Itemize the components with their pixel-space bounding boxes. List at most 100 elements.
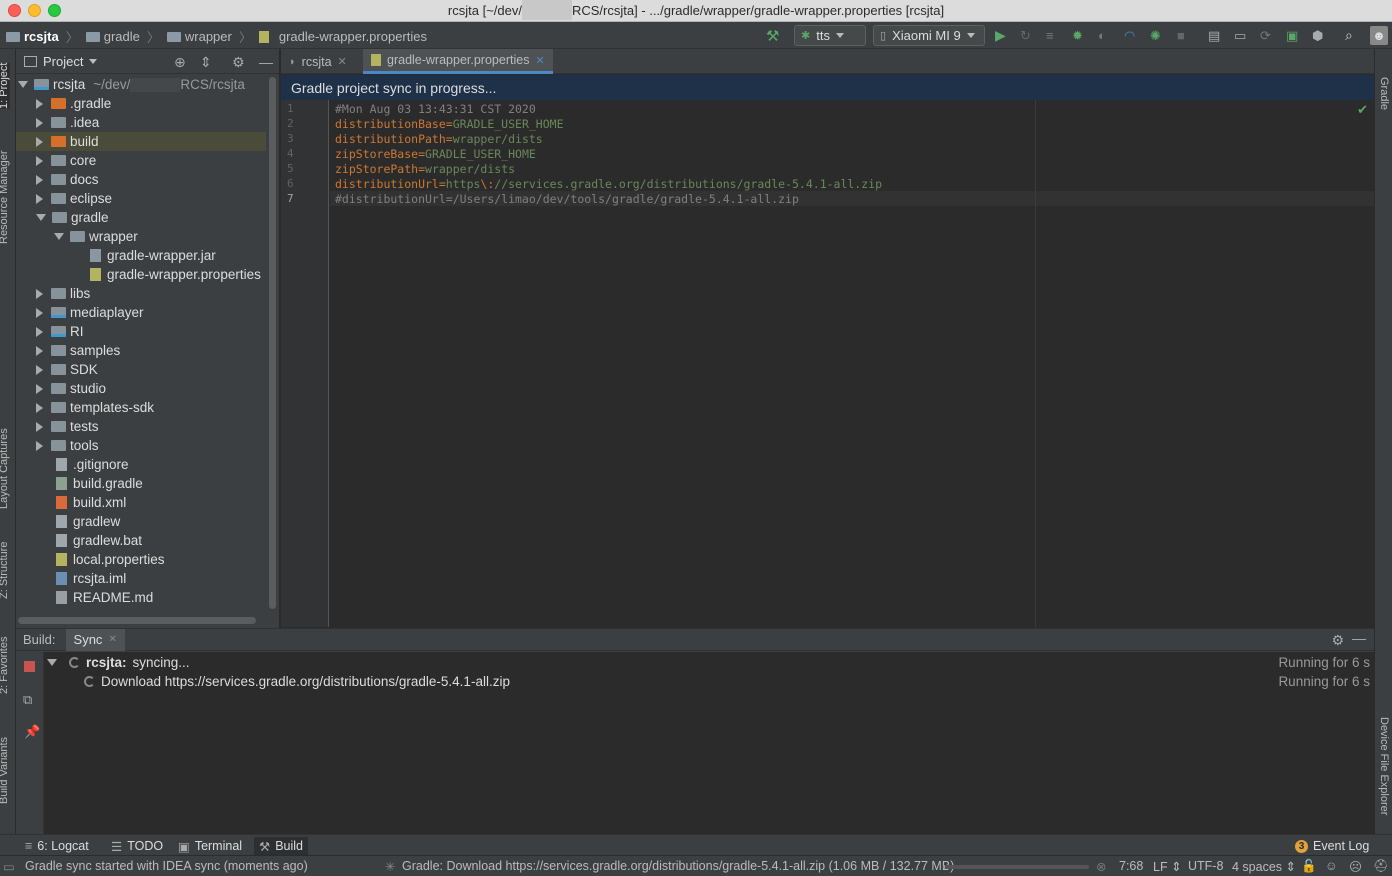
tree-item[interactable]: mediaplayer — [16, 303, 266, 322]
inspector-icon[interactable]: ☹ — [1349, 859, 1362, 874]
chevron-down-icon[interactable] — [36, 214, 46, 221]
tree-item[interactable]: samples — [16, 341, 266, 360]
build-tree-item[interactable]: rcsjta: syncing... — [47, 655, 190, 670]
chevron-right-icon[interactable] — [36, 193, 43, 204]
chevron-right-icon[interactable] — [36, 174, 43, 185]
file-encoding[interactable]: UTF-8 — [1188, 859, 1223, 873]
gear-icon[interactable]: ⚙ — [232, 54, 245, 71]
breadcrumb-root[interactable]: rcsjta — [24, 29, 59, 44]
background-task-label[interactable]: Gradle: Download https://services.gradle… — [402, 859, 954, 873]
chevron-right-icon[interactable] — [36, 345, 43, 356]
cancel-task-icon[interactable]: ⊗ — [1096, 859, 1106, 874]
breadcrumb-gradle[interactable]: gradle — [104, 29, 140, 44]
tool-event-log[interactable]: 3 Event Log — [1290, 837, 1374, 855]
tool-todo[interactable]: ☰ TODO — [106, 837, 168, 855]
tree-item[interactable]: build.gradle — [16, 474, 266, 493]
tree-item[interactable]: tools — [16, 436, 266, 455]
chevron-right-icon[interactable] — [36, 288, 43, 299]
close-icon[interactable]: ✕ — [338, 55, 347, 68]
chevron-right-icon[interactable] — [36, 117, 43, 128]
project-structure-icon[interactable]: ▤ — [1208, 26, 1220, 45]
close-icon[interactable]: ✕ — [535, 54, 544, 67]
run-config-select[interactable]: ✱ tts — [794, 25, 866, 46]
toggle-tool-windows-icon[interactable]: ▭ — [3, 859, 15, 874]
attach-process-icon[interactable]: ✺ — [1150, 26, 1161, 45]
chevron-right-icon[interactable] — [36, 98, 43, 109]
device-select[interactable]: ▯ Xiaomi MI 9 — [873, 25, 985, 46]
tree-item[interactable]: eclipse — [16, 189, 266, 208]
stop-icon[interactable]: ■ — [1177, 26, 1185, 45]
tree-item[interactable]: gradlew.bat — [16, 531, 266, 550]
close-icon[interactable]: ✕ — [108, 634, 116, 645]
tree-item[interactable]: RI — [16, 322, 266, 341]
sync-gradle-icon[interactable]: ⟳ — [1260, 26, 1271, 45]
avd-manager-icon[interactable]: ▣ — [1286, 26, 1298, 45]
tree-item[interactable]: .gitignore — [16, 455, 266, 474]
chevron-right-icon[interactable] — [36, 402, 43, 413]
apply-code-changes-icon[interactable]: ≡ — [1046, 26, 1054, 45]
tool-window-project[interactable]: 1: Project — [0, 62, 10, 109]
indent-setting[interactable]: 4 spaces ⇕ — [1232, 859, 1296, 874]
chevron-right-icon[interactable] — [36, 421, 43, 432]
hide-icon[interactable]: — — [1352, 630, 1366, 646]
tree-item[interactable]: libs — [16, 284, 266, 303]
memory-icon[interactable]: ⛑ — [1373, 859, 1389, 874]
line-separator[interactable]: LF ⇕ — [1153, 859, 1182, 874]
tree-item[interactable]: README.md — [16, 588, 266, 607]
tree-item[interactable]: tests — [16, 417, 266, 436]
tool-window-layout-captures[interactable]: Layout Captures — [0, 428, 10, 509]
caret-position[interactable]: 7:68 — [1119, 859, 1143, 873]
chevron-right-icon[interactable] — [36, 136, 43, 147]
tool-window-favorites[interactable]: 2: Favorites — [0, 637, 10, 694]
tool-window-build-variants[interactable]: Build Variants — [0, 737, 10, 804]
tree-item[interactable]: build.xml — [16, 493, 266, 512]
tool-window-structure[interactable]: Z: Structure — [0, 542, 10, 599]
debug-icon[interactable]: ✹ — [1072, 26, 1083, 45]
tab-gradle-wrapper-properties[interactable]: gradle-wrapper.properties ✕ — [363, 49, 553, 74]
tool-window-resource-manager[interactable]: Resource Manager — [0, 150, 10, 244]
chevron-right-icon[interactable] — [36, 364, 43, 375]
tree-item[interactable]: gradlew — [16, 512, 266, 531]
chevron-down-icon[interactable] — [54, 233, 64, 240]
tree-item[interactable]: gradle — [16, 208, 266, 227]
status-message[interactable]: Gradle sync started with IDEA sync (mome… — [25, 859, 308, 873]
chevron-right-icon[interactable] — [36, 307, 43, 318]
tree-item[interactable]: studio — [16, 379, 266, 398]
make-project-icon[interactable]: ⚒ — [766, 26, 779, 45]
apply-changes-icon[interactable]: ↻ — [1020, 26, 1031, 45]
build-tree-item[interactable]: Download https://services.gradle.org/dis… — [84, 674, 510, 689]
stop-icon[interactable] — [24, 661, 35, 672]
tool-window-gradle[interactable]: Gradle — [1378, 77, 1390, 110]
tree-item[interactable]: templates-sdk — [16, 398, 266, 417]
lock-icon[interactable]: 🔓 — [1301, 859, 1317, 874]
layout-inspector-icon[interactable]: ▭ — [1234, 26, 1246, 45]
tree-item[interactable]: build — [16, 132, 266, 151]
vertical-scrollbar[interactable] — [269, 77, 276, 609]
breadcrumb-file[interactable]: gradle-wrapper.properties — [279, 29, 427, 44]
locate-icon[interactable]: ⊕ — [174, 54, 186, 71]
smiley-icon[interactable]: ☺ — [1325, 859, 1338, 873]
tree-item[interactable]: docs — [16, 170, 266, 189]
attach-debugger-icon[interactable]: ◠ — [1124, 26, 1135, 45]
tab-sync[interactable]: Sync ✕ — [65, 628, 125, 651]
run-icon[interactable]: ▶ — [995, 26, 1006, 45]
search-icon[interactable]: ⌕ — [1345, 26, 1353, 45]
tree-item[interactable]: .idea — [16, 113, 266, 132]
profile-icon[interactable]: ◐ — [1098, 26, 1106, 45]
tree-item[interactable]: rcsjta.iml — [16, 569, 266, 588]
tree-item-root[interactable]: rcsjta ~/dev/RCS/rcsjta — [16, 75, 266, 94]
hide-icon[interactable]: — — [259, 54, 273, 70]
copy-icon[interactable]: ⧉ — [23, 692, 32, 708]
chevron-right-icon[interactable] — [36, 326, 43, 337]
tool-build[interactable]: ⚒ Build — [254, 837, 309, 855]
horizontal-scrollbar[interactable] — [18, 617, 256, 624]
tree-item[interactable]: .gradle — [16, 94, 266, 113]
chevron-right-icon[interactable] — [36, 155, 43, 166]
tool-terminal[interactable]: ▣ Terminal — [173, 837, 247, 855]
gear-icon[interactable]: ⚙ — [1331, 632, 1344, 649]
pin-icon[interactable]: 📌 — [24, 724, 40, 740]
chevron-right-icon[interactable] — [36, 383, 43, 394]
collapse-all-icon[interactable]: ⇕ — [200, 54, 212, 71]
breadcrumb-wrapper[interactable]: wrapper — [185, 29, 232, 44]
tree-item[interactable]: gradle-wrapper.properties — [16, 265, 266, 284]
